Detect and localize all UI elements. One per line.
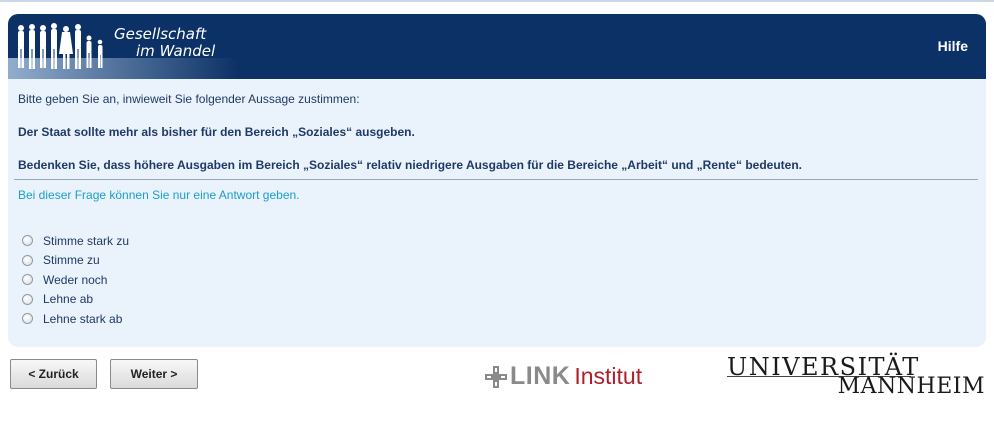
divider <box>14 179 978 180</box>
option-stimme-zu[interactable]: Stimme zu <box>22 251 129 271</box>
next-button[interactable]: Weiter > <box>110 359 198 389</box>
option-label: Lehne ab <box>43 292 94 307</box>
answer-hint: Bei dieser Frage können Sie nur eine Ant… <box>18 188 300 202</box>
university-mannheim-logo: UNIVERSITÄT MANNHEIM <box>727 354 985 399</box>
radio-button[interactable] <box>22 293 33 305</box>
uni-line-2: MANNHEIM <box>837 374 985 399</box>
question-statement: Der Staat sollte mehr als bisher für den… <box>18 125 415 139</box>
option-label: Stimme stark zu <box>43 233 130 248</box>
radio-button[interactable] <box>22 254 33 266</box>
link-institut-logo: LINK Institut <box>485 364 642 389</box>
brand-line-2: im Wandel <box>136 42 216 60</box>
institut-text: Institut <box>574 363 643 389</box>
people-silhouette-icon <box>18 23 103 69</box>
radio-button[interactable] <box>22 274 33 286</box>
question-consideration: Bedenken Sie, dass höhere Ausgaben im Be… <box>18 158 802 172</box>
link-brand-text: LINK <box>510 362 571 390</box>
help-link[interactable]: Hilfe <box>938 38 968 54</box>
question-intro: Bitte geben Sie an, inwieweit Sie folgen… <box>18 92 360 106</box>
brand-line-1: Gesellschaft <box>114 25 207 43</box>
option-lehne-ab[interactable]: Lehne ab <box>22 290 129 310</box>
option-label: Stimme zu <box>43 253 100 268</box>
link-cross-icon <box>485 365 507 388</box>
survey-header: Gesellschaft im Wandel Hilfe <box>8 14 986 79</box>
top-border <box>0 0 994 2</box>
survey-panel: Gesellschaft im Wandel Hilfe Bitte geben… <box>8 14 986 347</box>
option-label: Lehne stark ab <box>43 311 123 326</box>
option-lehne-stark-ab[interactable]: Lehne stark ab <box>22 309 129 329</box>
radio-button[interactable] <box>22 313 33 325</box>
option-label: Weder noch <box>43 272 108 287</box>
brand-title: Gesellschaft im Wandel <box>114 26 215 60</box>
option-stimme-stark-zu[interactable]: Stimme stark zu <box>22 231 129 251</box>
answer-options: Stimme stark zu Stimme zu Weder noch Leh… <box>22 231 129 329</box>
option-weder-noch[interactable]: Weder noch <box>22 270 129 290</box>
radio-button[interactable] <box>22 235 33 247</box>
back-button[interactable]: < Zurück <box>10 359 97 389</box>
